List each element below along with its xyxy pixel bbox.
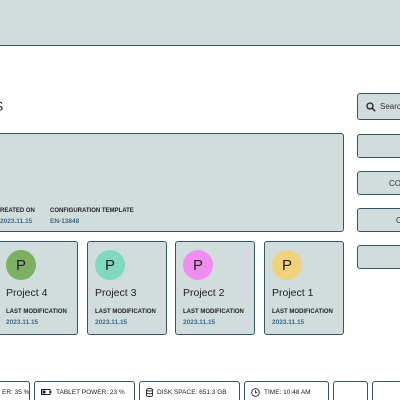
last-modification-date: 2023.11.15 — [183, 319, 216, 326]
clock-icon — [251, 387, 260, 397]
status-segment-6 — [372, 381, 400, 400]
tablet-power-text: TABLET POWER: 23 % — [56, 388, 125, 396]
configuration-template-label: CONFIGURATION TEMPLATE — [50, 208, 134, 214]
project-avatar: P — [95, 250, 125, 280]
project-card[interactable]: P Project 3 LAST MODIFICATION 2023.11.15 — [87, 241, 167, 335]
disk-icon — [146, 387, 153, 397]
configuration-template-value: EN-13848 — [50, 218, 80, 225]
action-button-5[interactable] — [357, 245, 400, 269]
project-name: Project 2 — [183, 287, 225, 299]
project-card[interactable]: P Project 4 LAST MODIFICATION 2023.11.15 — [0, 241, 78, 335]
power-status-text: ER: 35 % — [2, 388, 30, 396]
project-avatar: P — [272, 250, 302, 280]
project-name: Project 1 — [272, 287, 314, 299]
tablet-power-status: TABLET POWER: 23 % — [34, 381, 135, 400]
action-button-3[interactable]: CO — [357, 171, 400, 195]
page-title: S — [0, 98, 3, 114]
last-modification-label: LAST MODIFICATION — [95, 309, 156, 315]
action-button-4[interactable]: C — [357, 208, 400, 232]
project-avatar: P — [183, 250, 213, 280]
time-text: TIME: 10:48 AM — [264, 388, 311, 396]
project-card[interactable]: P Project 2 LAST MODIFICATION 2023.11.15 — [175, 241, 255, 335]
last-modification-label: LAST MODIFICATION — [272, 309, 333, 315]
search-button[interactable]: Searc — [357, 93, 400, 120]
disk-space-text: DISK SPACE: 651.3 GB — [157, 388, 227, 396]
project-details-panel: REATED ON 2023.11.15 CONFIGURATION TEMPL… — [0, 133, 344, 232]
project-avatar: P — [6, 250, 36, 280]
last-modification-label: LAST MODIFICATION — [6, 309, 67, 315]
top-app-bar — [0, 0, 400, 46]
power-status: ER: 35 % — [0, 381, 30, 400]
status-segment-5 — [333, 381, 368, 400]
last-modification-date: 2023.11.15 — [6, 319, 39, 326]
project-name: Project 3 — [95, 287, 137, 299]
disk-space-status: DISK SPACE: 651.3 GB — [139, 381, 240, 400]
status-bar: ER: 35 % TABLET POWER: 23 % DISK SPACE: … — [0, 381, 400, 400]
last-modification-date: 2023.11.15 — [272, 319, 305, 326]
tablet-battery-icon — [41, 389, 52, 395]
time-status: TIME: 10:48 AM — [244, 381, 329, 400]
search-button-label: Searc — [380, 102, 400, 111]
project-name: Project 4 — [6, 287, 48, 299]
last-modification-date: 2023.11.15 — [95, 319, 128, 326]
action-button-2[interactable] — [357, 134, 400, 158]
last-modification-label: LAST MODIFICATION — [183, 309, 244, 315]
search-icon — [366, 101, 376, 112]
project-card[interactable]: P Project 1 LAST MODIFICATION 2023.11.15 — [264, 241, 344, 335]
created-on-label: REATED ON — [0, 208, 35, 214]
created-on-value: 2023.11.15 — [0, 218, 33, 225]
